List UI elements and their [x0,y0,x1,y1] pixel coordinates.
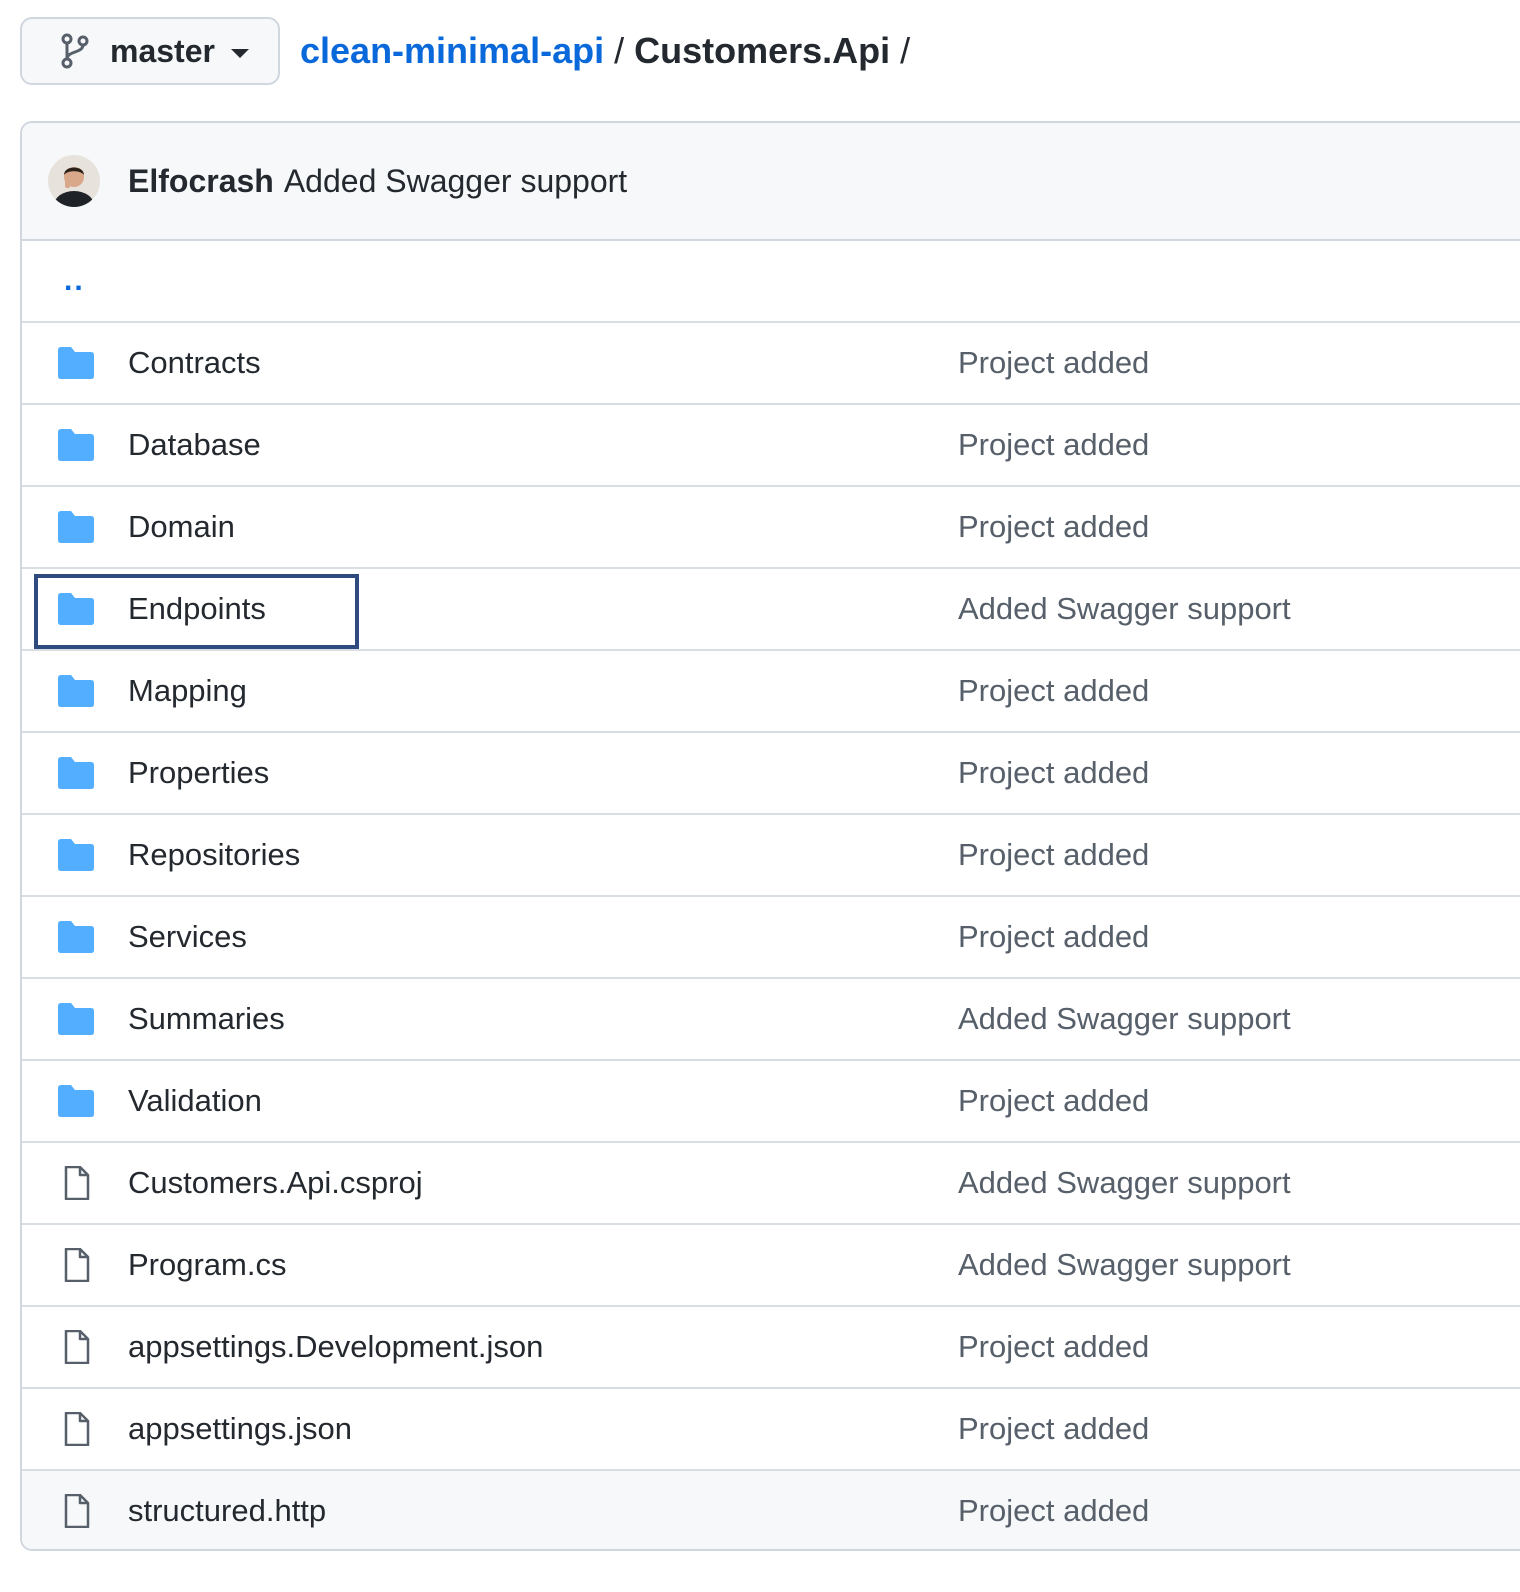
file-icon [56,1411,96,1447]
chevron-down-icon [230,48,249,58]
commit-author-link[interactable]: Elfocrash [128,163,274,200]
folder-icon [56,674,96,708]
folder-row[interactable]: Services Project added [22,897,1520,979]
folder-name-link[interactable]: Summaries [128,1001,285,1037]
folder-icon [56,428,96,462]
branch-selector-button[interactable]: master [20,17,280,85]
breadcrumb-current-folder: Customers.Api [634,30,891,71]
folder-icon [56,1084,96,1118]
folder-row[interactable]: Domain Project added [22,487,1520,569]
file-name-link[interactable]: appsettings.Development.json [128,1329,543,1365]
parent-directory-link[interactable]: .. [64,264,85,298]
commit-message-link[interactable]: Project added [958,1493,1149,1529]
commit-message-link[interactable]: Project added [958,919,1149,955]
commit-message-link[interactable]: Project added [958,755,1149,791]
breadcrumb-separator: / [900,30,911,71]
folder-row[interactable]: Validation Project added [22,1061,1520,1143]
folder-row[interactable]: Endpoints Added Swagger support [22,569,1520,651]
folder-name-link[interactable]: Repositories [128,837,300,873]
latest-commit-header: Elfocrash Added Swagger support [22,123,1520,241]
commit-message-link[interactable]: Added Swagger support [958,1165,1291,1201]
commit-message-link[interactable]: Project added [958,1083,1149,1119]
folder-name-link[interactable]: Properties [128,755,269,791]
commit-message-link[interactable]: Project added [958,1329,1149,1365]
branch-name: master [110,32,215,69]
commit-message-link[interactable]: Project added [958,1411,1149,1447]
file-name-link[interactable]: Customers.Api.csproj [128,1165,423,1201]
file-row[interactable]: Customers.Api.csproj Added Swagger suppor… [22,1143,1520,1225]
commit-message-link[interactable]: Added Swagger support [284,163,627,200]
avatar[interactable] [48,155,100,207]
commit-message-link[interactable]: Added Swagger support [958,1001,1291,1037]
folder-name-link[interactable]: Services [128,919,247,955]
commit-message-link[interactable]: Project added [958,509,1149,545]
folder-row[interactable]: Database Project added [22,405,1520,487]
breadcrumb-repo-link[interactable]: clean-minimal-api [300,30,604,72]
commit-message-link[interactable]: Added Swagger support [958,1247,1291,1283]
folder-row[interactable]: Summaries Added Swagger support [22,979,1520,1061]
folder-name-link[interactable]: Validation [128,1083,262,1119]
file-row[interactable]: structured.http Project added [22,1471,1520,1549]
file-row[interactable]: appsettings.Development.json Project adde… [22,1307,1520,1389]
folder-icon [56,346,96,380]
commit-message-link[interactable]: Added Swagger support [958,591,1291,627]
folder-icon [56,756,96,790]
git-branch-icon [60,33,90,69]
file-name-link[interactable]: appsettings.json [128,1411,352,1447]
folder-name-link[interactable]: Contracts [128,345,261,381]
parent-directory-row[interactable]: .. [22,241,1520,323]
folder-row[interactable]: Contracts Project added [22,323,1520,405]
folder-icon [56,592,96,626]
folder-icon [56,1002,96,1036]
breadcrumb: clean-minimal-api / Customers.Api / [300,30,920,72]
folder-row[interactable]: Properties Project added [22,733,1520,815]
file-icon [56,1247,96,1283]
breadcrumb-separator: / [614,30,625,71]
commit-message-link[interactable]: Project added [958,427,1149,463]
folder-icon [56,510,96,544]
repo-toolbar: master clean-minimal-api / Customers.Api… [20,16,920,86]
commit-message-link[interactable]: Project added [958,345,1149,381]
file-name-link[interactable]: structured.http [128,1493,326,1529]
file-name-link[interactable]: Program.cs [128,1247,286,1283]
file-listing: Elfocrash Added Swagger support .. Contr… [20,121,1520,1551]
folder-icon [56,920,96,954]
folder-row[interactable]: Repositories Project added [22,815,1520,897]
folder-name-link[interactable]: Database [128,427,261,463]
folder-name-link[interactable]: Mapping [128,673,247,709]
commit-message-link[interactable]: Project added [958,837,1149,873]
file-icon [56,1329,96,1365]
folder-row[interactable]: Mapping Project added [22,651,1520,733]
file-icon [56,1493,96,1529]
file-row[interactable]: appsettings.json Project added [22,1389,1520,1471]
commit-message-link[interactable]: Project added [958,673,1149,709]
file-row[interactable]: Program.cs Added Swagger support [22,1225,1520,1307]
folder-name-link[interactable]: Endpoints [128,591,266,627]
file-icon [56,1165,96,1201]
folder-icon [56,838,96,872]
folder-name-link[interactable]: Domain [128,509,235,545]
